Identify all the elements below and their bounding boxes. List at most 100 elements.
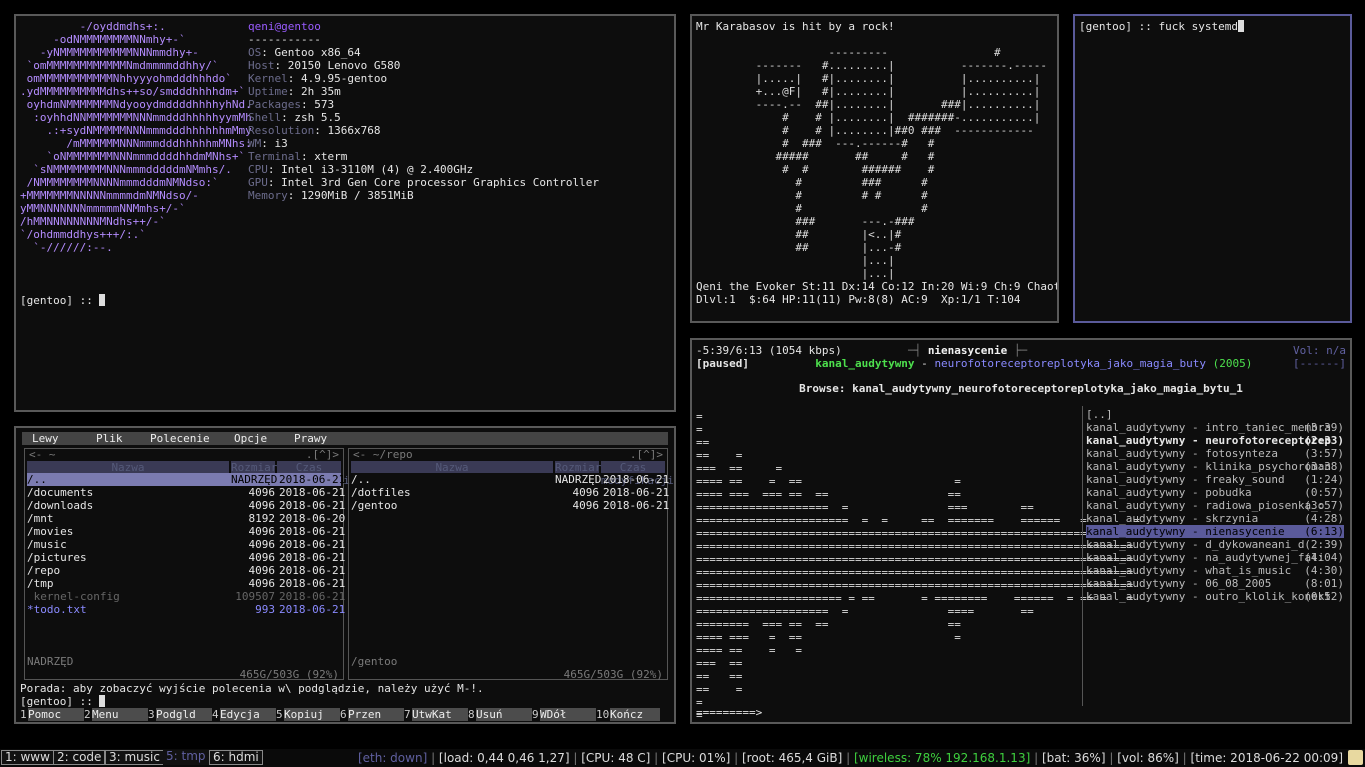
- file-row[interactable]: /documents 4096 2018-06-21: [27, 486, 345, 499]
- fkey-number: 6: [340, 708, 347, 721]
- panel-corner-controls[interactable]: .[^]>: [306, 448, 339, 461]
- track-item[interactable]: kanal_audytywny - intro_taniec_membra (3:…: [1086, 421, 1344, 434]
- left-panel[interactable]: <- ~ .[^]> Nazwa Rozmiar Czas modyfikacj…: [24, 448, 350, 681]
- fkey-menu-button[interactable]: Menu: [92, 708, 148, 721]
- track-item[interactable]: kanal_audytywny - freaky_sound (1:24): [1086, 473, 1344, 486]
- fkey-utwkat-button[interactable]: UtwKat: [412, 708, 468, 721]
- file-date: 2018-06-21: [279, 590, 346, 603]
- workspace-button[interactable]: 6: hdmi: [209, 750, 263, 765]
- file-row[interactable]: /gentoo 4096 2018-06-21: [351, 499, 669, 512]
- menu-file[interactable]: Plik: [96, 432, 123, 445]
- user-host: qeni@gentoo: [248, 20, 321, 33]
- track-name: kanal_audytywny - d_dykowaneani_d: [1086, 538, 1305, 551]
- fkey-number: 2: [84, 708, 91, 721]
- track-item[interactable]: kanal_audytywny - outro_klolik_konekt (0:…: [1086, 590, 1344, 603]
- file-row[interactable]: /mnt 8192 2018-06-20: [27, 512, 345, 525]
- track-name: kanal_audytywny - what_is_music: [1086, 564, 1292, 577]
- status-separator: |: [1105, 751, 1118, 765]
- info-value: : 2h 35m: [287, 85, 341, 98]
- file-size: 4096: [248, 551, 276, 564]
- command-text: fuck systemd: [1158, 20, 1238, 33]
- file-row[interactable]: /pictures 4096 2018-06-21: [27, 551, 345, 564]
- track-name: [..]: [1086, 408, 1113, 421]
- track-item[interactable]: kanal_audytywny - klinika_psychoroman (3:…: [1086, 460, 1344, 473]
- track-item[interactable]: kanal_audytywny - skrzynia (4:28): [1086, 512, 1344, 525]
- status-block: [time: 2018-06-22 00:09]: [1190, 751, 1343, 765]
- cmus-window[interactable]: -5:39/6:13 (1054 kbps) ─┤ nienasycenie ├…: [690, 338, 1352, 724]
- tray-icon[interactable]: [1348, 750, 1363, 765]
- file-row[interactable]: /dotfiles 4096 2018-06-21: [351, 486, 669, 499]
- fkey-kończ-button[interactable]: Kończ: [610, 708, 660, 721]
- file-row[interactable]: /repo 4096 2018-06-21: [27, 564, 345, 577]
- track-item[interactable]: kanal_audytywny - fotosynteza (3:57): [1086, 447, 1344, 460]
- status-separator: |: [427, 751, 439, 765]
- track-item[interactable]: kanal_audytywny - what_is_music (4:30): [1086, 564, 1344, 577]
- track-item[interactable]: kanal_audytywny - pobudka (0:57): [1086, 486, 1344, 499]
- workspace-button[interactable]: 2: code: [53, 750, 106, 765]
- workspace-button[interactable]: 5: tmp: [163, 750, 209, 765]
- panel-corner-controls[interactable]: .[^]>: [630, 448, 663, 461]
- panel-path[interactable]: <- ~: [29, 448, 56, 461]
- file-size: NADRZĘD: [231, 473, 278, 486]
- file-row[interactable]: /music 4096 2018-06-21: [27, 538, 345, 551]
- shell-terminal-window[interactable]: [gentoo] :: fuck systemd: [1073, 14, 1352, 323]
- menu-left[interactable]: Lewy: [32, 432, 59, 445]
- column-name-header[interactable]: Nazwa: [27, 461, 229, 474]
- fkey-number: 4: [212, 708, 219, 721]
- info-value: : 573: [300, 98, 335, 111]
- midnight-commander-window[interactable]: Lewy Plik Polecenie Opcje Prawy <- ~ .[^…: [14, 426, 676, 724]
- file-size: 4096: [248, 538, 276, 551]
- menu-command[interactable]: Polecenie: [150, 432, 210, 445]
- progress-bar[interactable]: =========>: [696, 706, 762, 719]
- file-row[interactable]: /tmp 4096 2018-06-21: [27, 577, 345, 590]
- track-item[interactable]: kanal_audytywny - 06_08_2005 (8:01): [1086, 577, 1344, 590]
- year: (2005): [1212, 357, 1253, 370]
- fkey-podgld-button[interactable]: Podgld: [156, 708, 212, 721]
- info-key: OS: [248, 46, 262, 59]
- column-date-header[interactable]: Czas modyfikacji: [277, 461, 350, 487]
- track-name: kanal_audytywny - na_audytywnej_fali: [1086, 551, 1325, 564]
- game-message: Mr Karabasov is hit by a rock!: [696, 20, 895, 33]
- column-date-header[interactable]: Czas modyfikacji: [601, 461, 674, 487]
- column-size-header[interactable]: Rozmiar: [555, 461, 601, 474]
- info-field: Packages: 573: [248, 98, 599, 111]
- file-size: 4096: [248, 525, 276, 538]
- shell-prompt[interactable]: [gentoo] ::: [20, 294, 106, 307]
- file-name: /movies: [27, 525, 74, 538]
- right-panel[interactable]: <- ~/repo .[^]> Nazwa Rozmiar Czas modyf…: [348, 448, 674, 681]
- info-value: : 1290MiB / 3851MiB: [287, 189, 414, 202]
- command-line[interactable]: [gentoo] ::: [20, 695, 106, 708]
- file-row[interactable]: /.. NADRZĘD 2018-06-21: [27, 473, 345, 486]
- file-name: /downloads: [27, 499, 94, 512]
- file-row[interactable]: /downloads 4096 2018-06-21: [27, 499, 345, 512]
- menu-right[interactable]: Prawy: [294, 432, 327, 445]
- track-item[interactable]: kanal_audytywny - radiowa_piosenka_o_ (3:…: [1086, 499, 1344, 512]
- fkey-kopiuj-button[interactable]: Kopiuj: [284, 708, 340, 721]
- track-item[interactable]: [..]: [1086, 408, 1344, 421]
- track-item[interactable]: kanal_audytywny - d_dykowaneani_d (2:39): [1086, 538, 1344, 551]
- fkey-wdół-button[interactable]: WDół: [540, 708, 596, 721]
- column-name-header[interactable]: Nazwa: [351, 461, 553, 474]
- neofetch-terminal-window[interactable]: -/oyddmdhs+:. -odNMMMMMMMMNNmhy+-` -yNMM…: [14, 14, 676, 412]
- file-row[interactable]: /movies 4096 2018-06-21: [27, 525, 345, 538]
- track-item[interactable]: kanal_audytywny - na_audytywnej_fali (4:0…: [1086, 551, 1344, 564]
- nethack-window[interactable]: Mr Karabasov is hit by a rock! ---------…: [690, 14, 1059, 323]
- disk-usage: 465G/503G (92%): [239, 668, 339, 681]
- column-size-header[interactable]: Rozmiar: [231, 461, 277, 474]
- prompt-text: [gentoo] ::: [20, 294, 100, 307]
- menu-options[interactable]: Opcje: [234, 432, 267, 445]
- shell-prompt[interactable]: [gentoo] :: fuck systemd: [1079, 20, 1244, 33]
- fkey-edycja-button[interactable]: Edycja: [220, 708, 276, 721]
- fkey-przen-button[interactable]: Przen: [348, 708, 404, 721]
- file-row[interactable]: *todo.txt 993 2018-06-21: [27, 603, 345, 616]
- track-item[interactable]: kanal_audytywny - neurofotoreceptorep (2:…: [1086, 434, 1344, 447]
- fkey-usuń-button[interactable]: Usuń: [476, 708, 532, 721]
- panel-path[interactable]: <- ~/repo: [353, 448, 413, 461]
- workspace-button[interactable]: 3: music: [105, 750, 164, 765]
- fkey-pomoc-button[interactable]: Pomoc: [28, 708, 84, 721]
- track-item[interactable]: kanal_audytywny - nienasycenie (6:13): [1086, 525, 1344, 538]
- file-row[interactable]: /.. NADRZĘD 2018-06-21: [351, 473, 669, 486]
- file-size: 109507: [235, 590, 275, 603]
- file-row[interactable]: kernel-config 109507 2018-06-21: [27, 590, 346, 603]
- workspace-button[interactable]: 1: www: [1, 750, 54, 765]
